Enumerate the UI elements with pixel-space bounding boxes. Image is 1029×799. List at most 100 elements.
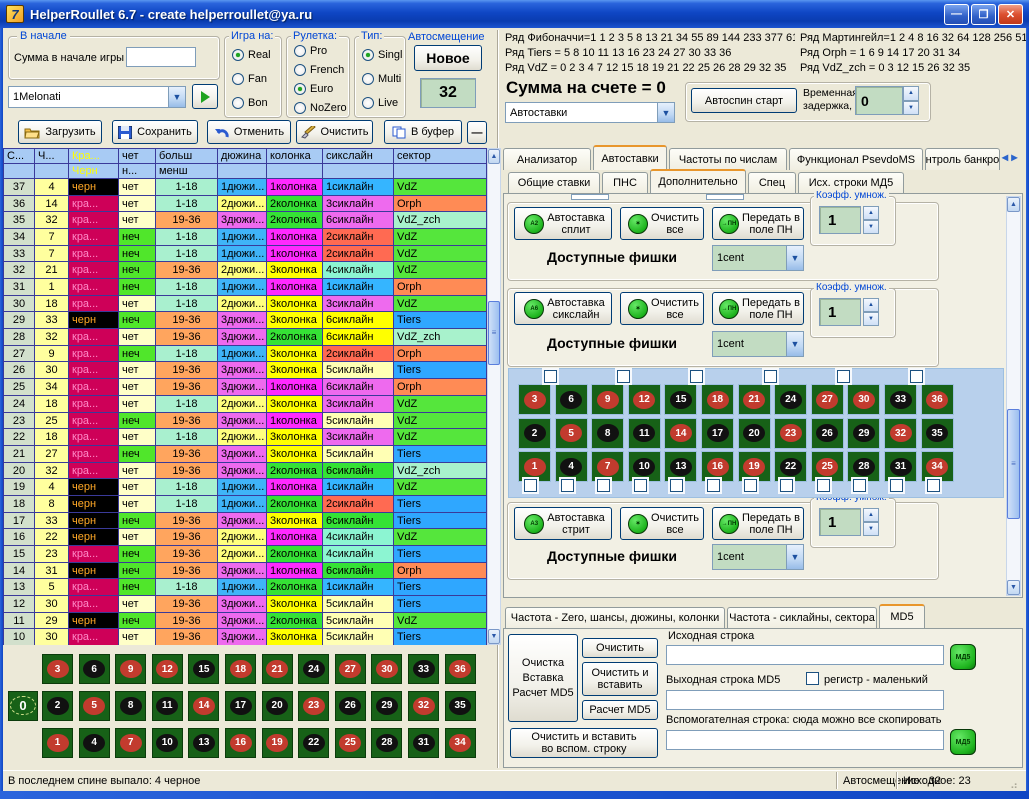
- out-string-input[interactable]: [666, 690, 944, 710]
- number-cell-5[interactable]: 5: [555, 418, 588, 449]
- radio-option-singl[interactable]: Singl: [362, 49, 402, 61]
- number-cell-10[interactable]: 10: [628, 451, 661, 482]
- checkbox-icon[interactable]: [561, 479, 574, 492]
- tab-5[interactable]: Контроль банкролл: [925, 148, 1000, 170]
- number-cell-30[interactable]: 30: [847, 384, 880, 415]
- street-checkbox[interactable]: [634, 479, 647, 492]
- subtab-2[interactable]: ПНС: [602, 172, 648, 193]
- red-number-chip[interactable]: 19: [266, 734, 288, 752]
- black-number-chip[interactable]: 4: [560, 458, 582, 476]
- black-number-chip[interactable]: 20: [743, 424, 765, 442]
- tab-scroll-arrows[interactable]: ◂ ▸: [1002, 150, 1017, 164]
- black-number-chip[interactable]: 29: [376, 697, 398, 715]
- number-cell-9[interactable]: 9: [591, 384, 624, 415]
- number-cell-2[interactable]: 2: [42, 691, 73, 721]
- radio-icon[interactable]: [362, 97, 374, 109]
- chevron-down-icon[interactable]: ▼: [786, 545, 803, 569]
- number-cell-1[interactable]: 1: [42, 728, 73, 758]
- number-cell-8[interactable]: 8: [591, 418, 624, 449]
- street-checkbox[interactable]: [853, 479, 866, 492]
- transfer-button[interactable]: →ПНПередать вполе ПН: [712, 507, 804, 540]
- red-number-chip[interactable]: 30: [853, 391, 875, 409]
- freq-tab-1[interactable]: Частота - Zero, шансы, дюжины, колонки: [505, 607, 725, 628]
- tab-2[interactable]: Автоставки: [593, 145, 667, 170]
- number-cell-14[interactable]: 14: [664, 418, 697, 449]
- number-cell-3[interactable]: 3: [42, 654, 73, 684]
- resize-grip[interactable]: ⣠: [1010, 776, 1019, 789]
- black-number-chip[interactable]: 17: [230, 697, 252, 715]
- load-button[interactable]: Загрузить: [18, 120, 102, 144]
- street-checkbox[interactable]: [817, 479, 830, 492]
- black-number-chip[interactable]: 20: [266, 697, 288, 715]
- radio-option-live[interactable]: Live: [362, 97, 398, 109]
- number-cell-7[interactable]: 7: [115, 728, 146, 758]
- checkbox-icon[interactable]: [764, 370, 777, 383]
- table-scrollbar-thumb[interactable]: ≡: [488, 301, 500, 365]
- black-number-chip[interactable]: 6: [560, 391, 582, 409]
- number-cell-35[interactable]: 35: [445, 691, 476, 721]
- subtab-4[interactable]: Спец: [748, 172, 796, 193]
- number-cell-19[interactable]: 19: [262, 728, 293, 758]
- black-number-chip[interactable]: 35: [449, 697, 471, 715]
- number-cell-11[interactable]: 11: [628, 418, 661, 449]
- black-number-chip[interactable]: 22: [780, 458, 802, 476]
- number-cell-16[interactable]: 16: [225, 728, 256, 758]
- red-number-chip[interactable]: 1: [524, 458, 546, 476]
- red-number-chip[interactable]: 3: [524, 391, 546, 409]
- number-cell-36[interactable]: 36: [445, 654, 476, 684]
- autoshift-new-button[interactable]: Новое: [414, 45, 482, 71]
- chevron-down-icon[interactable]: ▼: [657, 103, 674, 122]
- clear-button[interactable]: Очистить: [296, 120, 373, 144]
- black-number-chip[interactable]: 13: [193, 734, 215, 752]
- number-cell-36[interactable]: 36: [921, 384, 954, 415]
- number-cell-28[interactable]: 28: [371, 728, 402, 758]
- number-cell-26[interactable]: 26: [811, 418, 844, 449]
- checkbox-icon[interactable]: [927, 479, 940, 492]
- red-number-chip[interactable]: 5: [83, 697, 105, 715]
- red-number-chip[interactable]: 23: [780, 424, 802, 442]
- radio-icon[interactable]: [232, 73, 244, 85]
- panel-scrollbar-thumb[interactable]: ≡: [1007, 409, 1020, 519]
- sixline-checkbox[interactable]: [690, 370, 703, 383]
- street-checkbox[interactable]: [927, 479, 940, 492]
- red-number-chip[interactable]: 32: [890, 424, 912, 442]
- maximize-button[interactable]: ❐: [971, 4, 996, 25]
- number-cell-12[interactable]: 12: [628, 384, 661, 415]
- radio-option-multi[interactable]: Multi: [362, 73, 401, 85]
- number-cell-4[interactable]: 4: [79, 728, 110, 758]
- black-number-chip[interactable]: 31: [413, 734, 435, 752]
- red-number-chip[interactable]: 34: [926, 458, 948, 476]
- black-number-chip[interactable]: 15: [670, 391, 692, 409]
- preset-select[interactable]: 1Melonati ▼: [8, 86, 186, 108]
- checkbox-icon[interactable]: [597, 479, 610, 492]
- black-number-chip[interactable]: 28: [376, 734, 398, 752]
- number-cell-6[interactable]: 6: [79, 654, 110, 684]
- chevron-down-icon[interactable]: ▼: [786, 332, 803, 356]
- number-cell-27[interactable]: 27: [811, 384, 844, 415]
- scroll-up-icon[interactable]: ▲: [488, 149, 500, 164]
- red-number-chip[interactable]: 7: [597, 458, 619, 476]
- street-checkbox[interactable]: [744, 479, 757, 492]
- black-number-chip[interactable]: 26: [339, 697, 361, 715]
- minimize-button[interactable]: —: [944, 4, 969, 25]
- number-cell-10[interactable]: 10: [152, 728, 183, 758]
- number-cell-7[interactable]: 7: [591, 451, 624, 482]
- autostake-button[interactable]: A6Автоставкасикслайн: [514, 292, 612, 325]
- scroll-up-icon[interactable]: ▲: [1007, 197, 1020, 212]
- black-number-chip[interactable]: 2: [47, 697, 69, 715]
- number-cell-6[interactable]: 6: [555, 384, 588, 415]
- sixline-checkbox[interactable]: [617, 370, 630, 383]
- number-cell-24[interactable]: 24: [298, 654, 329, 684]
- number-cell-11[interactable]: 11: [152, 691, 183, 721]
- red-number-chip[interactable]: 9: [597, 391, 619, 409]
- number-cell-22[interactable]: 22: [298, 728, 329, 758]
- number-cell-15[interactable]: 15: [664, 384, 697, 415]
- number-cell-9[interactable]: 9: [115, 654, 146, 684]
- radio-option-fan[interactable]: Fan: [232, 73, 267, 85]
- number-cell-17[interactable]: 17: [225, 691, 256, 721]
- chevron-down-icon[interactable]: ▼: [786, 246, 803, 270]
- street-checkbox[interactable]: [524, 479, 537, 492]
- undo-button[interactable]: Отменить: [207, 120, 291, 144]
- freq-tab-2[interactable]: Частота - сиклайны, сектора: [727, 607, 877, 628]
- black-number-chip[interactable]: 22: [303, 734, 325, 752]
